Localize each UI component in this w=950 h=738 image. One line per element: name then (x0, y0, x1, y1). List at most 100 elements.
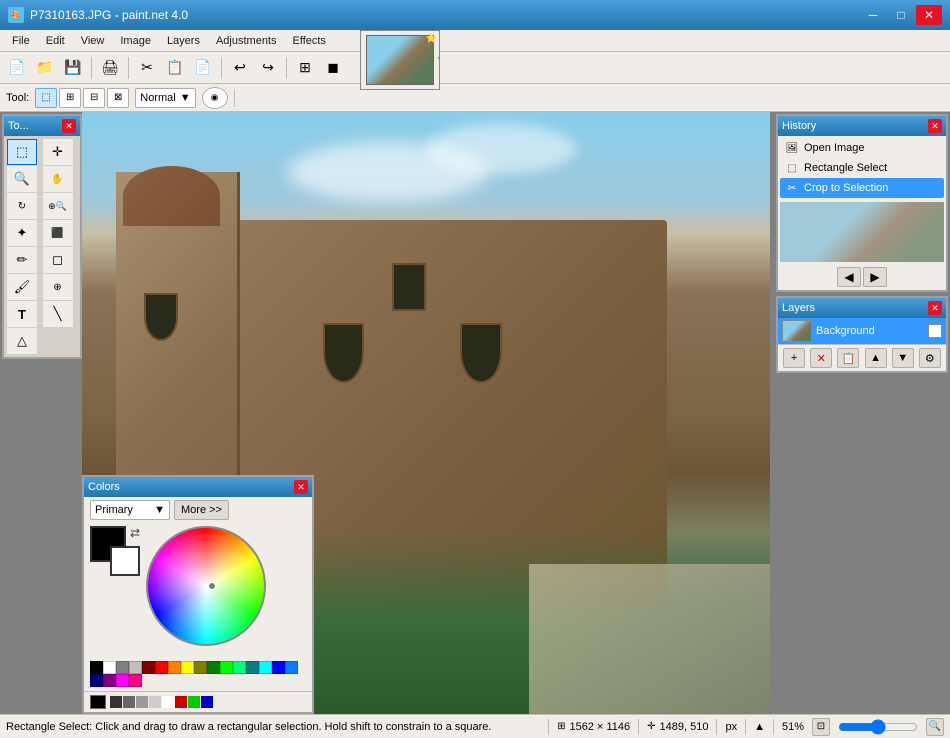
layer-add-button[interactable]: + (783, 348, 805, 368)
layer-delete-button[interactable]: ✕ (810, 348, 832, 368)
menu-effects[interactable]: Effects (285, 33, 334, 49)
recent-color-6[interactable] (175, 696, 187, 708)
toolbar-copy[interactable]: 📋 (162, 55, 188, 81)
palette-color-11[interactable] (233, 661, 246, 674)
recent-color-8[interactable] (201, 696, 213, 708)
tool-pencil[interactable]: ✏ (7, 247, 37, 273)
tool-eraser[interactable]: ◻ (43, 247, 73, 273)
palette-color-19[interactable] (129, 674, 142, 687)
tool-pan[interactable]: ✋ (43, 166, 73, 192)
layer-visibility-checkbox[interactable]: ✓ (928, 324, 942, 338)
selection-mode-subtract[interactable]: ⊟ (83, 88, 105, 108)
palette-color-4[interactable] (142, 661, 155, 674)
palette-color-17[interactable] (103, 674, 116, 687)
toolbar-undo[interactable]: ↩ (227, 55, 253, 81)
toolbar-ruler[interactable]: ◼ (320, 55, 346, 81)
palette-color-18[interactable] (116, 674, 129, 687)
selection-mode-replace[interactable]: ⬚ (35, 88, 57, 108)
tool-line[interactable]: ╲ (43, 301, 73, 327)
recent-color-3[interactable] (136, 696, 148, 708)
history-item-crop[interactable]: ✂ Crop to Selection (780, 178, 944, 198)
history-item-open[interactable]: 🖼 Open Image (780, 138, 944, 158)
layer-move-down-button[interactable]: ▼ (892, 348, 914, 368)
layers-panel-titlebar: Layers ✕ (778, 298, 946, 318)
color-wheel[interactable] (146, 526, 266, 646)
palette-color-12[interactable] (246, 661, 259, 674)
colors-panel-close[interactable]: ✕ (294, 480, 308, 494)
menu-edit[interactable]: Edit (38, 33, 73, 49)
palette-color-9[interactable] (207, 661, 220, 674)
layer-properties-button[interactable]: ⚙ (919, 348, 941, 368)
tool-paintbrush[interactable]: 🖌 (7, 274, 37, 300)
palette-color-6[interactable] (168, 661, 181, 674)
secondary-color-swatch[interactable] (110, 546, 140, 576)
tool-move[interactable]: ✛ (43, 139, 73, 165)
menu-view[interactable]: View (73, 33, 113, 49)
tool-magic-wand[interactable]: ✦ (7, 220, 37, 246)
zoom-fit-button[interactable]: ⊡ (812, 718, 830, 736)
anti-alias-toggle[interactable]: ◉ (202, 87, 228, 109)
close-button[interactable]: ✕ (916, 5, 942, 25)
selection-mode-intersect[interactable]: ⊠ (107, 88, 129, 108)
toolbar-save[interactable]: 💾 (60, 55, 86, 81)
history-list: 🖼 Open Image ⬚ Rectangle Select ✂ Crop t… (778, 136, 946, 200)
tool-zoom-in[interactable]: 🔍 (7, 166, 37, 192)
toolbar-open[interactable]: 📁 (32, 55, 58, 81)
palette-color-15[interactable] (285, 661, 298, 674)
palette-color-5[interactable] (155, 661, 168, 674)
palette-color-16[interactable] (90, 674, 103, 687)
toolbar-redo[interactable]: ↪ (255, 55, 281, 81)
color-mode-select[interactable]: Primary ▼ (90, 500, 170, 520)
palette-color-2[interactable] (116, 661, 129, 674)
zoom-slider[interactable] (838, 720, 918, 734)
tools-panel-close[interactable]: ✕ (62, 119, 76, 133)
toolbar-new[interactable]: 📄 (4, 55, 30, 81)
blend-mode-select[interactable]: Normal ▼ (135, 88, 195, 108)
palette-black[interactable] (90, 661, 103, 674)
layer-duplicate-button[interactable]: 📋 (837, 348, 859, 368)
tool-zoom-out[interactable]: ⊕🔍 (43, 193, 73, 219)
layer-move-up-button[interactable]: ▲ (865, 348, 887, 368)
tool-rotate-zoom[interactable]: ↻ (7, 193, 37, 219)
menu-adjustments[interactable]: Adjustments (208, 33, 285, 49)
tool-rectangle-select[interactable]: ⬚ (7, 139, 37, 165)
minimize-button[interactable]: ─ (860, 5, 886, 25)
history-item-rect-select[interactable]: ⬚ Rectangle Select (780, 158, 944, 178)
history-nav: ◀ ▶ (778, 264, 946, 290)
tool-text[interactable]: T (7, 301, 37, 327)
toolbar-paste[interactable]: 📄 (190, 55, 216, 81)
recent-color-1[interactable] (110, 696, 122, 708)
recent-color-4[interactable] (149, 696, 161, 708)
toolbar-grid[interactable]: ⊞ (292, 55, 318, 81)
toolbar-cut[interactable]: ✂ (134, 55, 160, 81)
history-panel-close[interactable]: ✕ (928, 119, 942, 133)
layers-panel-close[interactable]: ✕ (928, 301, 942, 315)
tool-shapes[interactable]: △ (7, 328, 37, 354)
colors-more-button[interactable]: More >> (174, 500, 229, 520)
palette-color-14[interactable] (272, 661, 285, 674)
maximize-button[interactable]: □ (888, 5, 914, 25)
palette-color-13[interactable] (259, 661, 272, 674)
menu-layers[interactable]: Layers (159, 33, 208, 49)
swap-colors-icon[interactable]: ⇄ (130, 526, 140, 540)
history-redo-button[interactable]: ▶ (863, 267, 887, 287)
menu-image[interactable]: Image (112, 33, 159, 49)
toolbar-print[interactable]: 🖨 (97, 55, 123, 81)
color-wheel-container[interactable] (146, 526, 276, 656)
menu-file[interactable]: File (4, 33, 38, 49)
palette-white[interactable] (103, 661, 116, 674)
foreground-indicator[interactable] (90, 695, 106, 709)
history-undo-button[interactable]: ◀ (837, 267, 861, 287)
layer-background[interactable]: Background ✓ (778, 318, 946, 344)
recent-color-7[interactable] (188, 696, 200, 708)
palette-color-10[interactable] (220, 661, 233, 674)
selection-mode-add[interactable]: ⊞ (59, 88, 81, 108)
zoom-reset-button[interactable]: 🔍 (926, 718, 944, 736)
recent-color-5[interactable] (162, 696, 174, 708)
palette-color-7[interactable] (181, 661, 194, 674)
recent-color-2[interactable] (123, 696, 135, 708)
tool-paint-bucket[interactable]: ⬛ (43, 220, 73, 246)
palette-color-8[interactable] (194, 661, 207, 674)
palette-color-3[interactable] (129, 661, 142, 674)
tool-clone-stamp[interactable]: ⊕ (43, 274, 73, 300)
